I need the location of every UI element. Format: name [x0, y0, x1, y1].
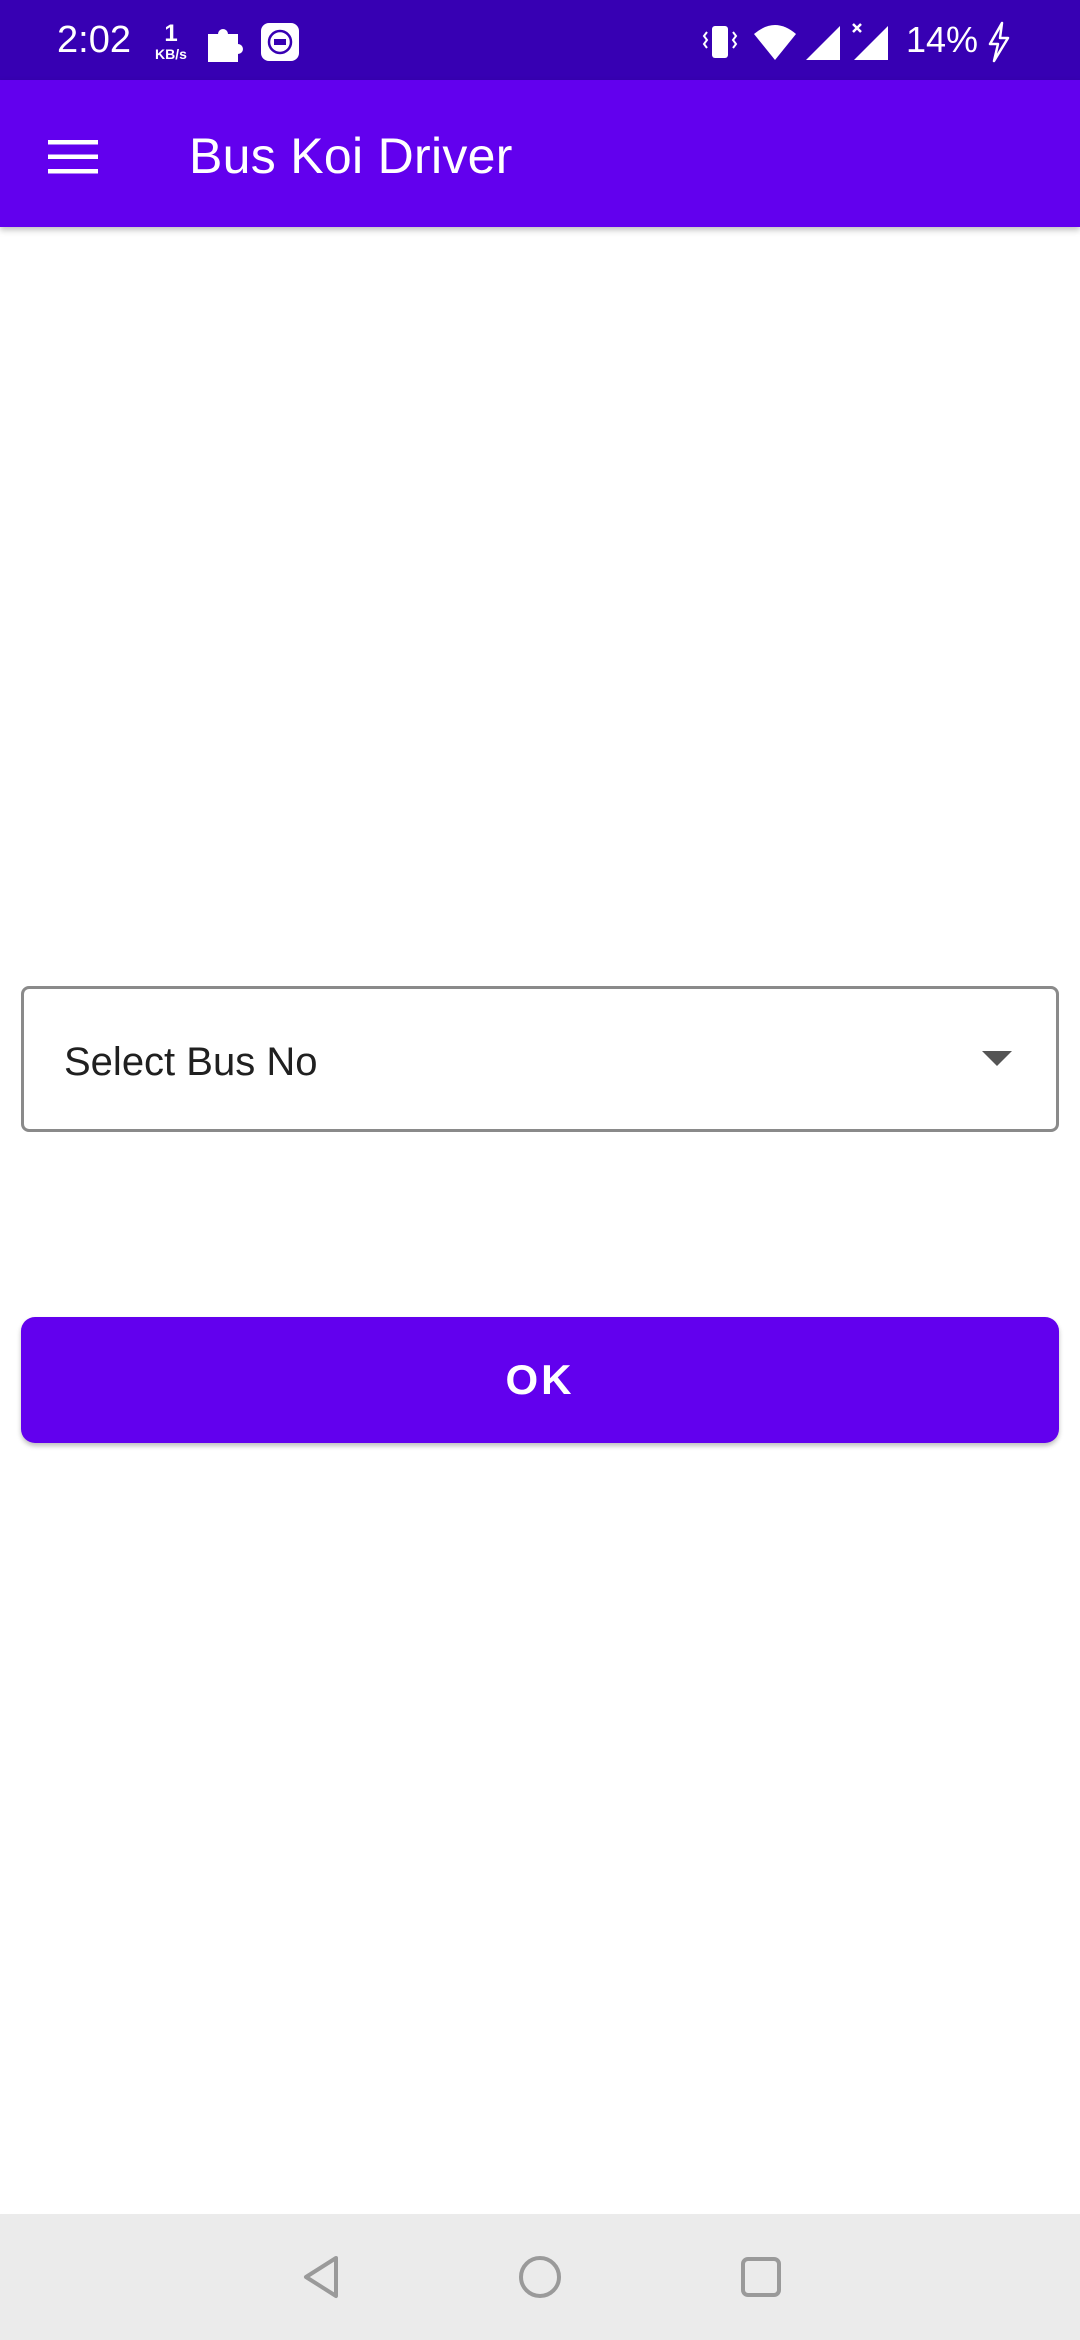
puzzle-icon [202, 20, 246, 69]
dropdown-selected-value: Select Bus No [64, 1040, 318, 1084]
mi-app-icon [258, 20, 302, 69]
menu-button[interactable] [36, 120, 110, 194]
recents-button[interactable] [725, 2241, 797, 2313]
vibrate-icon [700, 20, 740, 69]
home-icon [519, 2256, 561, 2298]
status-bar: 2:02 1 KB/s 14% [0, 0, 1080, 80]
navigation-bar [0, 2214, 1080, 2340]
bus-number-dropdown[interactable]: Select Bus No [21, 986, 1059, 1132]
back-icon [304, 2256, 338, 2298]
dropdown-arrow-icon [982, 1051, 1012, 1066]
network-speed-unit: KB/s [155, 46, 187, 62]
charging-icon [984, 20, 1014, 69]
recents-icon [741, 2257, 781, 2297]
signal-no-data-icon [850, 20, 892, 69]
ok-button[interactable]: OK [21, 1317, 1059, 1443]
network-speed: 1 KB/s [150, 20, 192, 62]
wifi-icon [752, 20, 798, 69]
battery-percentage: 14% [906, 19, 979, 60]
screen: 2:02 1 KB/s 14% Bus Koi Driver Select Bu… [0, 0, 1080, 2340]
back-button[interactable] [285, 2241, 357, 2313]
hamburger-menu-icon [48, 140, 98, 174]
app-title: Bus Koi Driver [189, 128, 513, 184]
network-speed-value: 1 [164, 20, 178, 47]
app-bar: Bus Koi Driver [0, 80, 1080, 227]
signal-icon [804, 20, 842, 69]
home-button[interactable] [504, 2241, 576, 2313]
status-time: 2:02 [57, 19, 131, 61]
